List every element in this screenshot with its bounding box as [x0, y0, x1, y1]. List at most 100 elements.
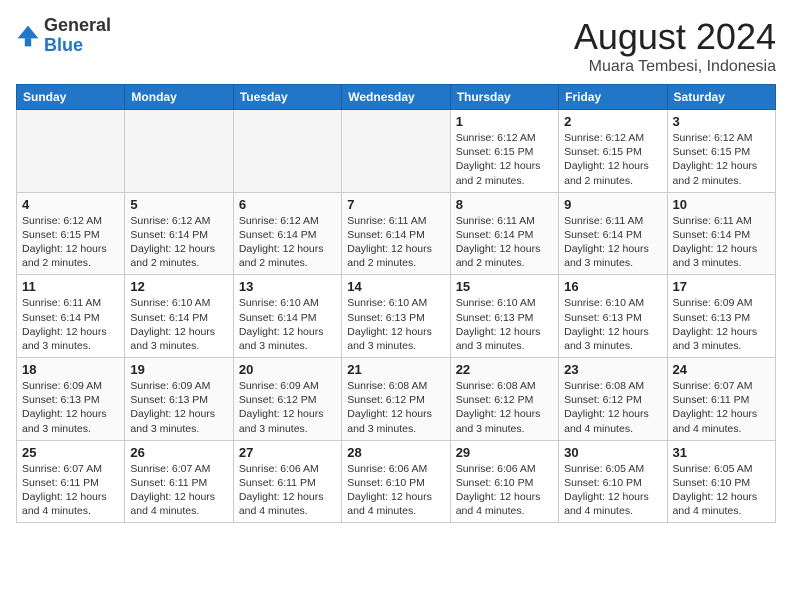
- day-info: Sunrise: 6:12 AMSunset: 6:15 PMDaylight:…: [564, 131, 661, 188]
- calendar-cell: 31 Sunrise: 6:05 AMSunset: 6:10 PMDayligh…: [667, 440, 775, 523]
- day-number: 23: [564, 362, 661, 377]
- weekday-header-friday: Friday: [559, 85, 667, 110]
- day-number: 19: [130, 362, 227, 377]
- weekday-header-monday: Monday: [125, 85, 233, 110]
- calendar-cell: 23 Sunrise: 6:08 AMSunset: 6:12 PMDayligh…: [559, 358, 667, 441]
- weekday-header-tuesday: Tuesday: [233, 85, 341, 110]
- calendar-cell: 17Sunrise: 6:09 AMSunset: 6:13 PMDayligh…: [667, 275, 775, 358]
- weekday-header-thursday: Thursday: [450, 85, 558, 110]
- calendar-cell: [342, 110, 450, 193]
- day-number: 25: [22, 445, 119, 460]
- day-number: 8: [456, 197, 553, 212]
- calendar-cell: 29 Sunrise: 6:06 AMSunset: 6:10 PMDayligh…: [450, 440, 558, 523]
- day-info: Sunrise: 6:08 AMSunset: 6:12 PMDaylight:…: [564, 379, 661, 436]
- day-info: Sunrise: 6:10 AMSunset: 6:14 PMDaylight:…: [130, 296, 227, 353]
- weekday-header-wednesday: Wednesday: [342, 85, 450, 110]
- calendar-cell: 13 Sunrise: 6:10 AMSunset: 6:14 PMDayligh…: [233, 275, 341, 358]
- calendar-cell: 7 Sunrise: 6:11 AMSunset: 6:14 PMDaylight…: [342, 192, 450, 275]
- day-info: Sunrise: 6:09 AMSunset: 6:13 PMDaylight:…: [673, 296, 770, 353]
- day-number: 24: [673, 362, 770, 377]
- calendar-cell: [233, 110, 341, 193]
- calendar-cell: 4Sunrise: 6:12 AMSunset: 6:15 PMDaylight…: [17, 192, 125, 275]
- calendar-cell: 5 Sunrise: 6:12 AMSunset: 6:14 PMDaylight…: [125, 192, 233, 275]
- day-info: Sunrise: 6:06 AMSunset: 6:11 PMDaylight:…: [239, 462, 336, 519]
- calendar-cell: 27Sunrise: 6:06 AMSunset: 6:11 PMDayligh…: [233, 440, 341, 523]
- day-number: 30: [564, 445, 661, 460]
- calendar-cell: 15 Sunrise: 6:10 AMSunset: 6:13 PMDayligh…: [450, 275, 558, 358]
- weekday-header-sunday: Sunday: [17, 85, 125, 110]
- day-info: Sunrise: 6:06 AMSunset: 6:10 PMDaylight:…: [456, 462, 553, 519]
- day-number: 16: [564, 279, 661, 294]
- day-info: Sunrise: 6:09 AMSunset: 6:13 PMDaylight:…: [22, 379, 119, 436]
- calendar-cell: 28 Sunrise: 6:06 AMSunset: 6:10 PMDayligh…: [342, 440, 450, 523]
- calendar-cell: [125, 110, 233, 193]
- day-info: Sunrise: 6:10 AMSunset: 6:14 PMDaylight:…: [239, 296, 336, 353]
- calendar-cell: 10Sunrise: 6:11 AMSunset: 6:14 PMDayligh…: [667, 192, 775, 275]
- day-number: 1: [456, 114, 553, 129]
- day-number: 26: [130, 445, 227, 460]
- day-info: Sunrise: 6:12 AMSunset: 6:15 PMDaylight:…: [673, 131, 770, 188]
- day-number: 10: [673, 197, 770, 212]
- calendar-cell: 6 Sunrise: 6:12 AMSunset: 6:14 PMDaylight…: [233, 192, 341, 275]
- day-info: Sunrise: 6:12 AMSunset: 6:15 PMDaylight:…: [456, 131, 553, 188]
- day-info: Sunrise: 6:11 AMSunset: 6:14 PMDaylight:…: [564, 214, 661, 271]
- day-number: 22: [456, 362, 553, 377]
- day-number: 13: [239, 279, 336, 294]
- day-info: Sunrise: 6:08 AMSunset: 6:12 PMDaylight:…: [456, 379, 553, 436]
- day-info: Sunrise: 6:07 AMSunset: 6:11 PMDaylight:…: [673, 379, 770, 436]
- day-number: 31: [673, 445, 770, 460]
- day-info: Sunrise: 6:11 AMSunset: 6:14 PMDaylight:…: [456, 214, 553, 271]
- calendar-cell: 21Sunrise: 6:08 AMSunset: 6:12 PMDayligh…: [342, 358, 450, 441]
- calendar-cell: 24 Sunrise: 6:07 AMSunset: 6:11 PMDayligh…: [667, 358, 775, 441]
- calendar-cell: 26 Sunrise: 6:07 AMSunset: 6:11 PMDayligh…: [125, 440, 233, 523]
- day-number: 7: [347, 197, 444, 212]
- day-info: Sunrise: 6:06 AMSunset: 6:10 PMDaylight:…: [347, 462, 444, 519]
- logo: General Blue: [16, 16, 111, 56]
- day-number: 28: [347, 445, 444, 460]
- day-info: Sunrise: 6:07 AMSunset: 6:11 PMDaylight:…: [22, 462, 119, 519]
- calendar-cell: 20 Sunrise: 6:09 AMSunset: 6:12 PMDayligh…: [233, 358, 341, 441]
- calendar-cell: 19 Sunrise: 6:09 AMSunset: 6:13 PMDayligh…: [125, 358, 233, 441]
- day-info: Sunrise: 6:12 AMSunset: 6:14 PMDaylight:…: [239, 214, 336, 271]
- calendar-title: August 2024: [574, 16, 776, 58]
- day-number: 3: [673, 114, 770, 129]
- calendar-cell: 22 Sunrise: 6:08 AMSunset: 6:12 PMDayligh…: [450, 358, 558, 441]
- calendar-cell: 30 Sunrise: 6:05 AMSunset: 6:10 PMDayligh…: [559, 440, 667, 523]
- day-info: Sunrise: 6:05 AMSunset: 6:10 PMDaylight:…: [564, 462, 661, 519]
- day-number: 6: [239, 197, 336, 212]
- day-info: Sunrise: 6:09 AMSunset: 6:13 PMDaylight:…: [130, 379, 227, 436]
- day-info: Sunrise: 6:07 AMSunset: 6:11 PMDaylight:…: [130, 462, 227, 519]
- day-info: Sunrise: 6:11 AMSunset: 6:14 PMDaylight:…: [347, 214, 444, 271]
- day-number: 9: [564, 197, 661, 212]
- calendar-cell: 25 Sunrise: 6:07 AMSunset: 6:11 PMDayligh…: [17, 440, 125, 523]
- day-number: 14: [347, 279, 444, 294]
- day-info: Sunrise: 6:09 AMSunset: 6:12 PMDaylight:…: [239, 379, 336, 436]
- week-row-4: 18 Sunrise: 6:09 AMSunset: 6:13 PMDayligh…: [17, 358, 776, 441]
- week-row-5: 25 Sunrise: 6:07 AMSunset: 6:11 PMDayligh…: [17, 440, 776, 523]
- day-number: 5: [130, 197, 227, 212]
- logo-text: General Blue: [44, 16, 111, 56]
- logo-icon: [16, 24, 40, 48]
- weekday-header-row: SundayMondayTuesdayWednesdayThursdayFrid…: [17, 85, 776, 110]
- day-number: 20: [239, 362, 336, 377]
- calendar-subtitle: Muara Tembesi, Indonesia: [574, 58, 776, 76]
- day-info: Sunrise: 6:05 AMSunset: 6:10 PMDaylight:…: [673, 462, 770, 519]
- day-number: 2: [564, 114, 661, 129]
- day-info: Sunrise: 6:10 AMSunset: 6:13 PMDaylight:…: [456, 296, 553, 353]
- calendar-table: SundayMondayTuesdayWednesdayThursdayFrid…: [16, 84, 776, 523]
- day-info: Sunrise: 6:08 AMSunset: 6:12 PMDaylight:…: [347, 379, 444, 436]
- day-number: 18: [22, 362, 119, 377]
- calendar-cell: 11Sunrise: 6:11 AMSunset: 6:14 PMDayligh…: [17, 275, 125, 358]
- week-row-2: 4Sunrise: 6:12 AMSunset: 6:15 PMDaylight…: [17, 192, 776, 275]
- day-number: 15: [456, 279, 553, 294]
- day-number: 29: [456, 445, 553, 460]
- logo-general: General: [44, 15, 111, 35]
- logo-blue: Blue: [44, 35, 83, 55]
- calendar-cell: [17, 110, 125, 193]
- page-header: General Blue August 2024 Muara Tembesi, …: [16, 16, 776, 76]
- calendar-cell: 18 Sunrise: 6:09 AMSunset: 6:13 PMDayligh…: [17, 358, 125, 441]
- day-info: Sunrise: 6:12 AMSunset: 6:14 PMDaylight:…: [130, 214, 227, 271]
- week-row-3: 11Sunrise: 6:11 AMSunset: 6:14 PMDayligh…: [17, 275, 776, 358]
- calendar-cell: 16 Sunrise: 6:10 AMSunset: 6:13 PMDayligh…: [559, 275, 667, 358]
- day-info: Sunrise: 6:10 AMSunset: 6:13 PMDaylight:…: [564, 296, 661, 353]
